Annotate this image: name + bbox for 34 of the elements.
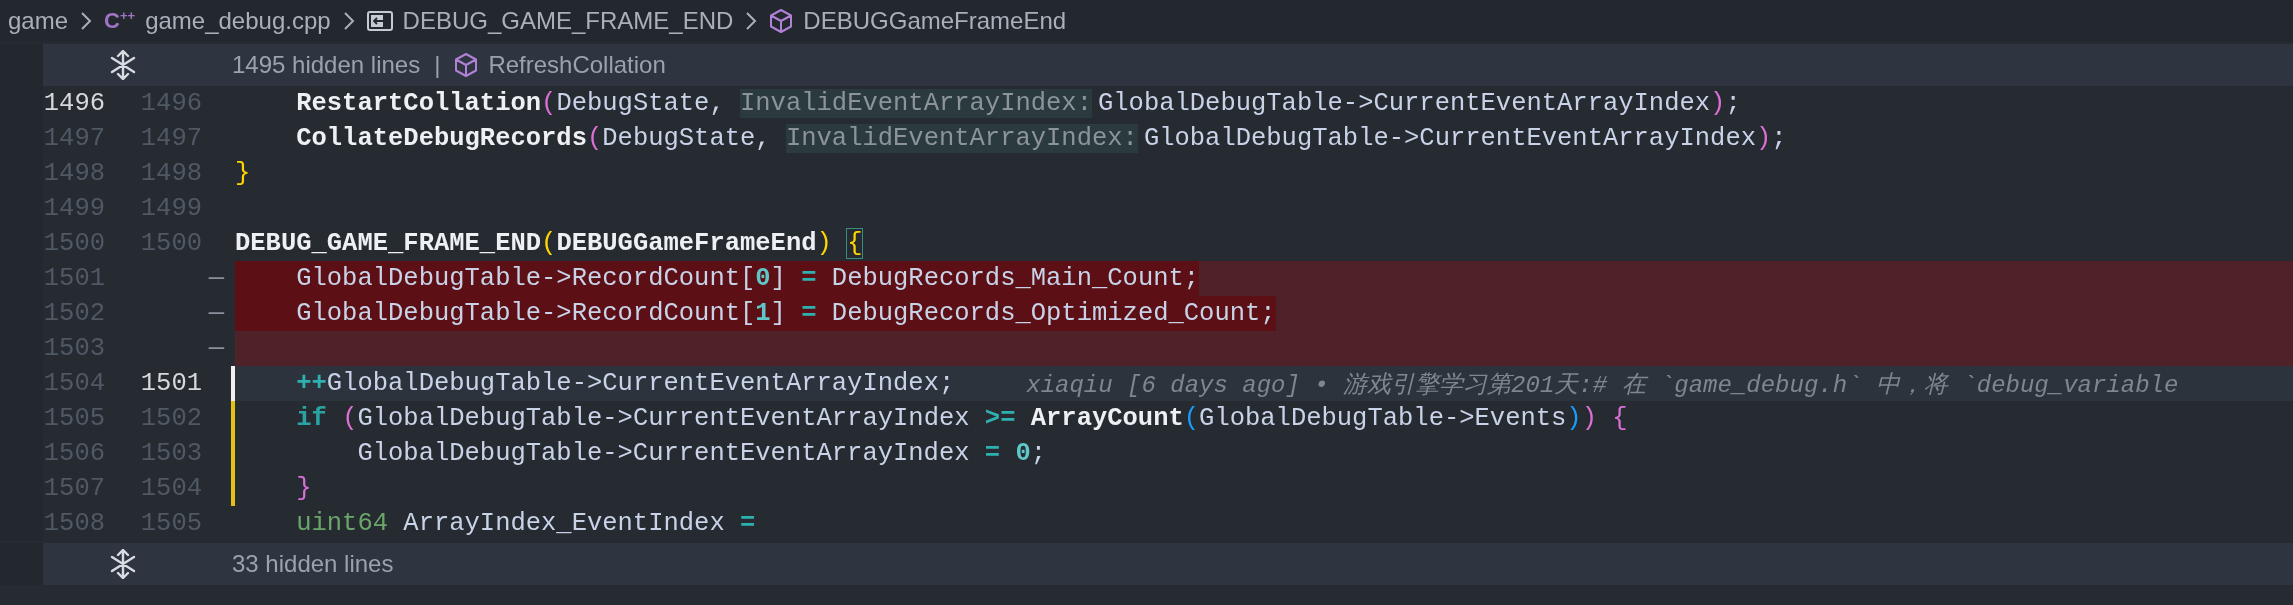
code-line: GlobalDebugTable->CurrentEventArrayIndex = 0; [356,439,1047,468]
unfold-icon[interactable] [108,549,137,579]
code-line: if (GlobalDebugTable->CurrentEventArrayIndex >= ArrayCount(GlobalDebugTable->Events)) { [295,404,1628,433]
chevron-right-icon [342,11,355,31]
cube-icon [769,8,794,34]
deletion-marker: — [208,334,225,363]
breadcrumb-item[interactable]: DEBUGGameFrameEnd [803,7,1067,35]
code-line: RestartCollation(DebugState, InvalidEventArrayIndex: GlobalDebugTable->CurrentEventArrayIndex); [295,89,1741,118]
breadcrumb-item[interactable]: DEBUG_GAME_FRAME_END [402,7,734,35]
hidden-lines-label: 33 hidden lines [232,550,394,578]
folded-region-bar[interactable]: 33 hidden lines [43,543,2293,585]
macro-icon [366,10,393,32]
chevron-right-icon [745,11,758,31]
code-line: } [235,159,251,188]
chevron-right-icon [80,11,93,31]
code-line: CollateDebugRecords(DebugState, InvalidEventArrayIndex: GlobalDebugTable->CurrentEventArrayIndex); [295,124,1787,153]
hidden-lines-label: 1495 hidden lines [232,51,421,79]
folded-region-bar[interactable]: 1495 hidden lines | RefreshCollation [43,44,2293,86]
code-line: DEBUG_GAME_FRAME_END(DEBUGGameFrameEnd) { [235,229,863,258]
cpp-file-icon: C$^{++}$ [104,7,136,35]
breadcrumb-item[interactable]: game_debug.cpp [145,7,331,35]
line-number: 1496 [43,89,105,118]
deletion-marker: — [208,264,225,293]
unfold-icon[interactable] [108,50,137,80]
code-line: } [295,474,312,503]
code-line: ++GlobalDebugTable->CurrentEventArrayIndex; [295,369,955,398]
breadcrumb-item[interactable]: game [8,7,69,35]
deletion-marker: — [208,299,225,328]
code-line: uint64 ArrayIndex_EventIndex = [295,509,756,538]
line-number: 1501 [139,369,202,398]
separator: | [434,51,441,79]
blame-annotation: xiaqiu [6 days ago] • 游戏引擎学习第201天:# 在 `game_debug.h` 中，将 `debug_variable [1026,370,2179,400]
symbol-link[interactable]: RefreshCollation [488,51,666,79]
cube-icon [454,52,479,78]
